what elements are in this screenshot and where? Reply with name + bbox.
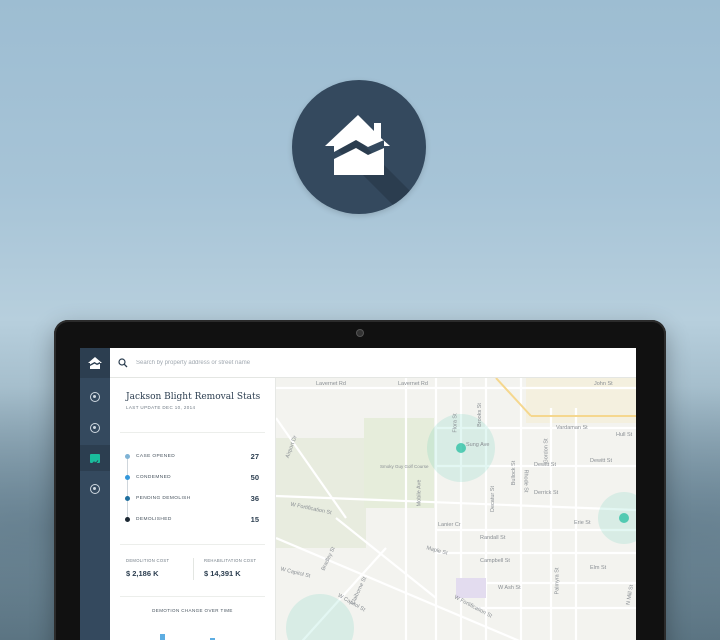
street-label: Brooks St [476, 403, 483, 427]
street-label: Randall St [480, 535, 506, 541]
street-label: Lavernet Rd [398, 381, 428, 387]
rehab-cost-value: $ 14,391 K [204, 569, 241, 578]
target-icon[interactable] [80, 415, 110, 441]
stat-row-demolished[interactable]: DEMOLISHED 15 [124, 514, 259, 524]
map-view[interactable]: Lavernet Rd Lavernet Rd John St Flora St… [276, 378, 636, 640]
rehab-cost: REHABILITATION COST $ 14,391 K [204, 558, 256, 578]
stat-label: DEMOLISHED [136, 516, 172, 522]
divider [193, 558, 194, 580]
compass-icon[interactable] [80, 384, 110, 410]
street-label: Erie St [574, 520, 591, 526]
chart-bar [160, 634, 165, 640]
search-input[interactable] [136, 359, 636, 366]
app-screen: Jackson Blight Removal Stats LAST UPDATE… [80, 348, 636, 640]
demolition-cost: DEMOLITION COST $ 2,186 K [126, 558, 169, 578]
street-label: Flora St [452, 413, 459, 433]
last-update: LAST UPDATE DEC 10, 2014 [126, 405, 196, 410]
status-dot [125, 495, 130, 501]
divider [120, 432, 265, 433]
street-label: Gordon St [543, 438, 550, 464]
street-label: Lanier Cr [438, 522, 461, 528]
stat-value: 36 [250, 493, 259, 503]
street-label: Campbell St [480, 558, 510, 564]
demolition-cost-label: DEMOLITION COST [126, 558, 170, 563]
chart-icon[interactable] [80, 445, 110, 471]
status-dot [125, 516, 130, 522]
icon-sidebar [80, 348, 110, 640]
change-chart [150, 622, 250, 640]
street-label: W Ash St [498, 585, 521, 591]
street-label: Rhode St [522, 469, 529, 493]
stat-label: CASE OPENED [136, 453, 176, 459]
status-dot [125, 453, 130, 459]
stat-label: CONDEMNED [136, 474, 172, 480]
stats-title: Jackson Blight Removal Stats [126, 392, 261, 402]
laptop-frame: Jackson Blight Removal Stats LAST UPDATE… [54, 320, 666, 640]
stats-panel: Jackson Blight Removal Stats LAST UPDATE… [110, 378, 276, 640]
stat-value: 15 [250, 514, 259, 524]
camera [357, 330, 363, 336]
rail-logo-icon[interactable] [80, 348, 110, 378]
street-label: Sung Ave [466, 442, 490, 448]
info-icon[interactable] [80, 476, 110, 502]
search-icon[interactable] [118, 357, 128, 368]
divider [120, 596, 265, 597]
street-label: Derrick St [534, 490, 559, 496]
rehab-cost-label: REHABILITATION COST [204, 558, 257, 563]
stat-label: PENDING DEMOLISH [136, 495, 191, 501]
street-label: Dewitt St [534, 462, 557, 468]
stat-row-condemned[interactable]: CONDEMNED 50 [124, 472, 259, 482]
street-label: John St [594, 381, 613, 387]
street-label: Mobile Ave [416, 479, 423, 507]
change-chart-title: DEMOTION CHANGE OVER TIME [152, 608, 233, 613]
divider [120, 544, 265, 545]
street-label: Hull St [616, 432, 633, 438]
stat-value: 50 [250, 472, 259, 482]
street-label: Palmyra St [554, 567, 561, 595]
street-label: Vardaman St [556, 425, 588, 431]
stat-value: 27 [250, 451, 259, 461]
demolition-cost-value: $ 2,186 K [126, 569, 159, 578]
street-label: Bullock St [511, 460, 518, 486]
street-label: Lavernet Rd [316, 381, 346, 387]
house-crack-icon [325, 115, 426, 214]
street-label: Decatur St [489, 486, 496, 512]
place-label: Smoky Guy Golf Course [380, 464, 429, 469]
stat-row-pending-demolish[interactable]: PENDING DEMOLISH 36 [124, 493, 259, 503]
timeline-line [127, 458, 128, 522]
street-label: Dewitt St [590, 458, 613, 464]
street-label: Elm St [590, 565, 607, 571]
app-logo [292, 80, 426, 214]
search-bar [110, 348, 636, 378]
stat-row-case-opened[interactable]: CASE OPENED 27 [124, 451, 259, 461]
status-dot [125, 474, 130, 480]
